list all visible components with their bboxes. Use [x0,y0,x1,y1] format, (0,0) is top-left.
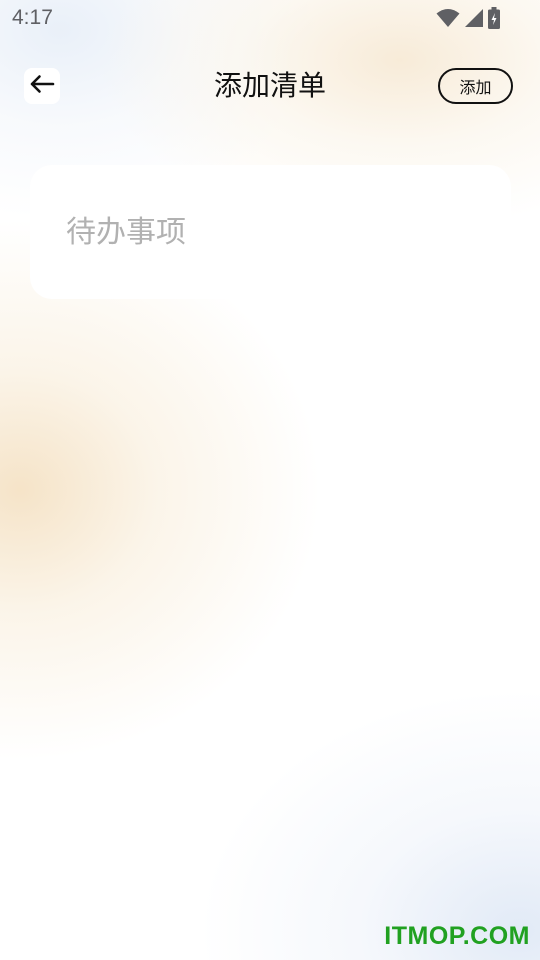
battery-charging-icon [488,7,500,29]
arrow-left-icon [29,74,55,98]
add-button[interactable]: 添加 [438,68,513,104]
wifi-icon [436,8,460,28]
signal-icon [464,8,484,28]
status-bar: 4:17 [0,0,540,38]
todo-card [30,165,511,299]
watermark: ITMOP.COM [384,922,530,950]
todo-input[interactable] [66,207,476,257]
status-icons [436,7,500,29]
back-button[interactable] [24,68,60,104]
status-time: 4:17 [12,6,53,29]
